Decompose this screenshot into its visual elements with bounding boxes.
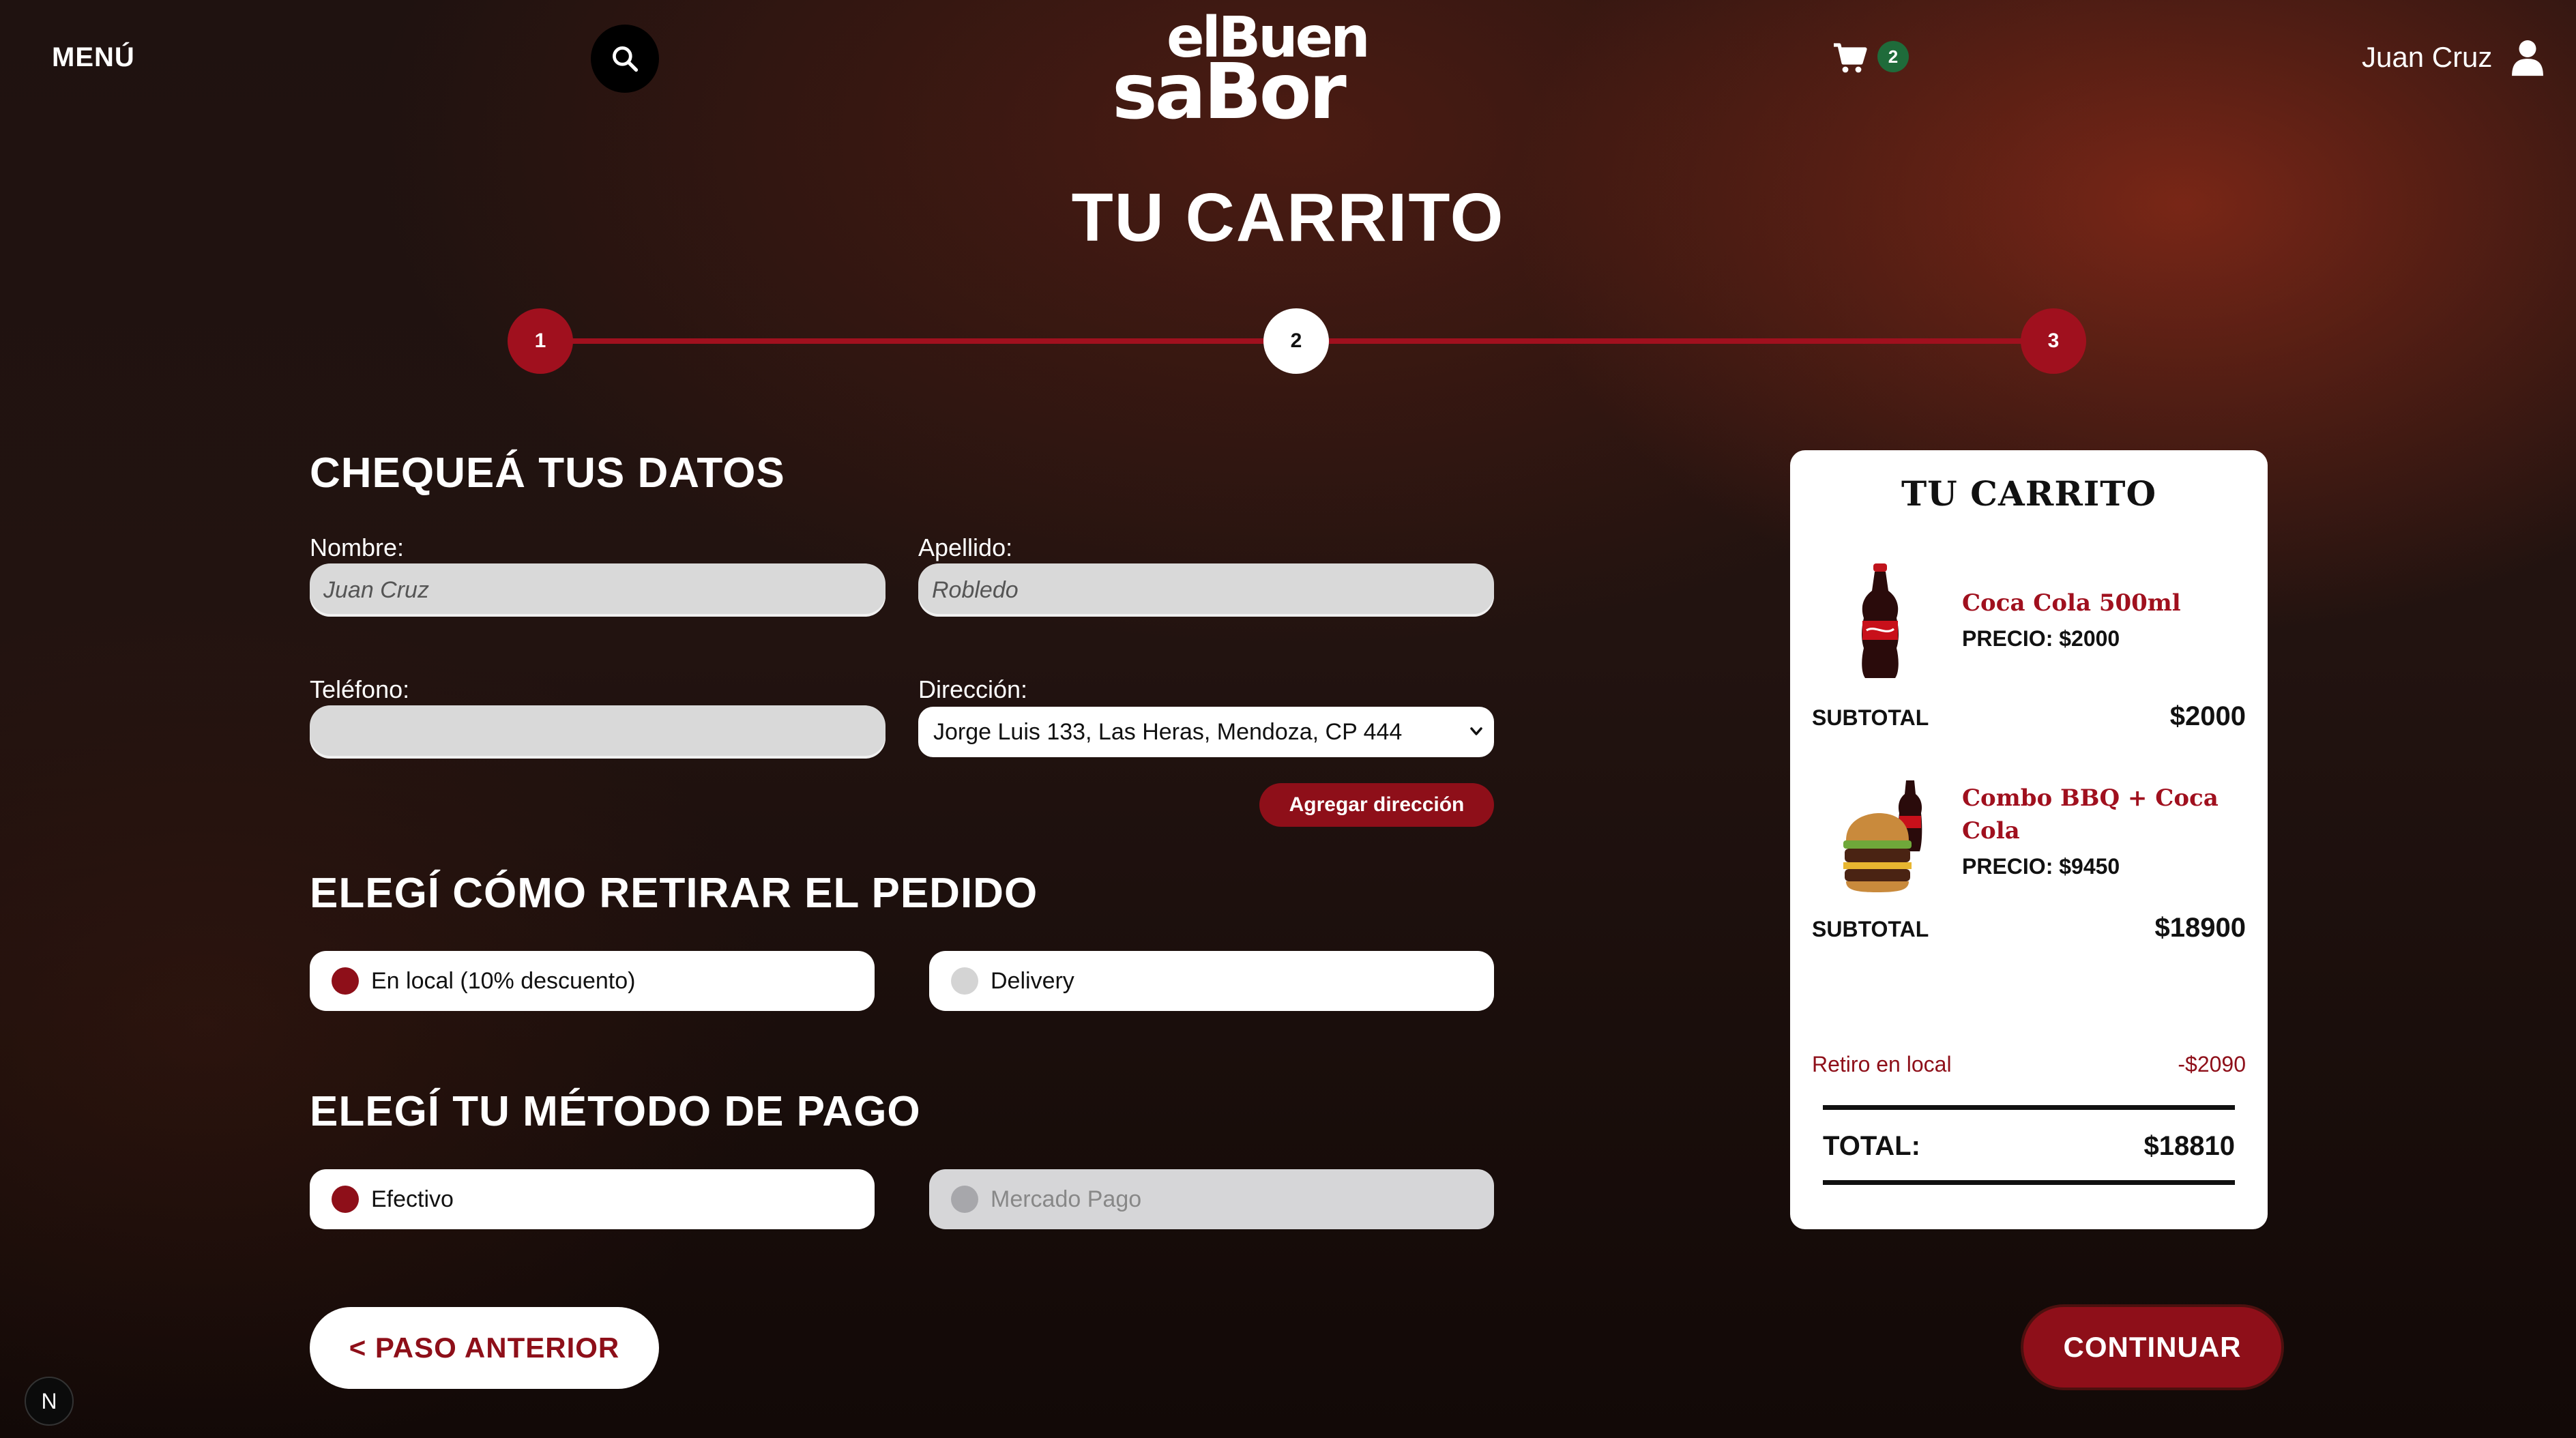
cart-item-price: PRECIO: $2000	[1962, 626, 2120, 651]
option-efectivo[interactable]: Efectivo	[310, 1169, 875, 1229]
divider	[1823, 1105, 2235, 1110]
total-label: TOTAL:	[1823, 1131, 1920, 1161]
direccion-label: Dirección:	[918, 675, 1028, 703]
user-name[interactable]: Juan Cruz	[2362, 41, 2492, 74]
discount-value: -$2090	[2178, 1052, 2246, 1076]
search-button[interactable]	[591, 25, 659, 93]
radio-unselected[interactable]	[951, 967, 978, 995]
cart-item-name: Combo BBQ + Coca Cola	[1962, 784, 2219, 845]
cart-panel-title: TU CARRITO	[1901, 473, 2157, 514]
dev-tools-badge[interactable]: N	[25, 1377, 74, 1426]
step-2: 2	[1263, 308, 1329, 374]
option-mercado-pago-label: Mercado Pago	[991, 1186, 1142, 1212]
radio-selected[interactable]	[332, 967, 359, 995]
continue-button[interactable]: CONTINUAR	[2023, 1307, 2281, 1388]
nombre-field[interactable]: Juan Cruz	[310, 563, 886, 617]
telefono-field[interactable]	[310, 705, 886, 759]
coca-cola-bottle-image	[1862, 563, 1899, 678]
datos-title: CHEQUEÁ TUS DATOS	[310, 450, 785, 497]
nombre-label: Nombre:	[310, 533, 405, 561]
step-3: 3	[2021, 308, 2086, 374]
cart-item-subtotal-label: SUBTOTAL	[1812, 917, 1929, 941]
cart-item-subtotal: $18900	[2154, 913, 2246, 943]
logo[interactable]: elBuen saBor	[1105, 5, 1392, 136]
page-title: TU CARRITO	[1071, 179, 1505, 256]
option-delivery-label: Delivery	[991, 967, 1074, 994]
option-delivery[interactable]: Delivery	[929, 951, 1494, 1011]
apellido-label: Apellido:	[918, 533, 1013, 561]
cart-count-badge: 2	[1877, 41, 1909, 72]
total-value: $18810	[2143, 1131, 2235, 1161]
chevron-down-icon	[1470, 727, 1482, 735]
search-icon	[613, 46, 639, 72]
option-mercado-pago[interactable]: Mercado Pago	[929, 1169, 1494, 1229]
apellido-field[interactable]: Robledo	[918, 563, 1494, 617]
menu-button[interactable]: MENÚ	[52, 42, 135, 73]
option-en-local-label: En local (10% descuento)	[371, 967, 636, 994]
cart-item-name: Coca Cola 500ml	[1962, 589, 2181, 617]
direccion-selected-value: Jorge Luis 133, Las Heras, Mendoza, CP 4…	[933, 718, 1403, 745]
user-icon[interactable]	[2511, 38, 2545, 76]
option-en-local[interactable]: En local (10% descuento)	[310, 951, 875, 1011]
previous-step-button[interactable]: < PASO ANTERIOR	[310, 1307, 659, 1389]
cart-item-subtotal: $2000	[2169, 701, 2246, 731]
radio-unselected[interactable]	[951, 1186, 978, 1213]
cart-summary-panel: TU CARRITO Coca Cola 500ml PRECIO: $2000…	[1790, 450, 2268, 1229]
radio-selected[interactable]	[332, 1186, 359, 1213]
telefono-label: Teléfono:	[310, 675, 410, 703]
cart-item-price: PRECIO: $9450	[1962, 854, 2120, 879]
retiro-title: ELEGÍ CÓMO RETIRAR EL PEDIDO	[310, 870, 1038, 917]
add-address-button[interactable]: Agregar dirección	[1259, 783, 1494, 827]
logo-line-2: saBor	[1112, 48, 1347, 136]
cart-item-subtotal-label: SUBTOTAL	[1812, 705, 1929, 730]
cart-icon[interactable]	[1832, 42, 1868, 75]
direccion-select[interactable]: Jorge Luis 133, Las Heras, Mendoza, CP 4…	[918, 707, 1494, 757]
combo-bbq-image	[1843, 780, 1922, 892]
pago-title: ELEGÍ TU MÉTODO DE PAGO	[310, 1088, 921, 1135]
step-1: 1	[508, 308, 573, 374]
discount-label: Retiro en local	[1812, 1052, 1952, 1076]
divider	[1823, 1180, 2235, 1185]
option-efectivo-label: Efectivo	[371, 1186, 454, 1212]
